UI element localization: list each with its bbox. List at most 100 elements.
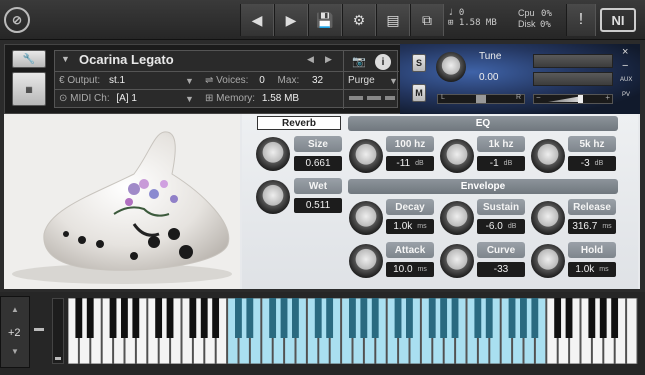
- black-key[interactable]: [531, 298, 539, 338]
- wet-value[interactable]: 0.511: [294, 198, 342, 213]
- warning-button[interactable]: !: [566, 4, 596, 36]
- prev-instrument-icon[interactable]: ◀: [307, 54, 314, 65]
- black-key[interactable]: [326, 298, 334, 338]
- instrument-name[interactable]: Ocarina Legato: [79, 52, 174, 67]
- black-key[interactable]: [406, 298, 413, 338]
- next-instrument-icon[interactable]: ▶: [325, 54, 332, 65]
- tune-knob[interactable]: [436, 52, 470, 86]
- sustain-knob[interactable]: [440, 201, 474, 235]
- pitch-wheel-minus[interactable]: [34, 328, 44, 331]
- black-key[interactable]: [394, 298, 402, 338]
- black-key[interactable]: [611, 298, 619, 338]
- kontakt-logo-icon[interactable]: ⊘: [4, 7, 30, 33]
- black-key[interactable]: [485, 298, 493, 338]
- instrument-thumbnail[interactable]: ▦: [12, 72, 46, 106]
- black-key[interactable]: [86, 298, 94, 338]
- eq-100hz-knob[interactable]: [349, 139, 383, 173]
- output-field[interactable]: € Output: st.1: [59, 75, 125, 86]
- purge-dropdown-icon[interactable]: ▼: [389, 76, 398, 86]
- black-key[interactable]: [588, 298, 596, 338]
- black-key[interactable]: [371, 298, 379, 338]
- black-key[interactable]: [349, 298, 356, 338]
- octave-up-button[interactable]: ▲: [11, 305, 19, 314]
- output-dropdown-icon[interactable]: ▼: [185, 76, 194, 86]
- mute-button[interactable]: M: [412, 84, 426, 102]
- black-key[interactable]: [554, 298, 562, 338]
- collapse-icon[interactable]: ▼: [61, 54, 70, 64]
- purge-button[interactable]: Purge: [348, 75, 375, 86]
- eq-5khz-value[interactable]: -3 dB: [568, 156, 616, 171]
- mod-wheel-handle[interactable]: [55, 357, 61, 360]
- eq-5khz-knob[interactable]: [531, 139, 565, 173]
- size-value[interactable]: 0.661: [294, 156, 342, 171]
- pv-button[interactable]: PV: [622, 92, 630, 98]
- black-key[interactable]: [189, 298, 197, 338]
- hold-knob[interactable]: [531, 244, 565, 278]
- decay-value[interactable]: 1.0k ms: [386, 219, 434, 234]
- piano-keyboard[interactable]: [67, 297, 638, 365]
- mod-wheel[interactable]: [52, 298, 64, 364]
- eq-1khz-value[interactable]: -1 dB: [477, 156, 525, 171]
- curve-value[interactable]: -33: [477, 262, 525, 277]
- sustain-value[interactable]: -6.0 dB: [477, 219, 525, 234]
- save-button[interactable]: 💾: [308, 4, 342, 36]
- black-key[interactable]: [121, 298, 128, 338]
- black-key[interactable]: [269, 298, 277, 338]
- black-key[interactable]: [474, 298, 482, 338]
- minimize-button[interactable]: −: [622, 60, 628, 72]
- max-value[interactable]: 32: [312, 75, 323, 86]
- aux-button[interactable]: AUX: [620, 77, 632, 83]
- release-value[interactable]: 316.7 ms: [568, 219, 616, 234]
- black-key[interactable]: [314, 298, 322, 338]
- settings-button[interactable]: ⚙: [342, 4, 376, 36]
- reverb-button[interactable]: Reverb: [257, 116, 341, 130]
- pan-slider[interactable]: L R: [437, 94, 525, 104]
- white-key[interactable]: [626, 297, 638, 365]
- layout-button[interactable]: ▤: [376, 4, 410, 36]
- attack-knob[interactable]: [349, 244, 383, 278]
- black-key[interactable]: [166, 298, 174, 338]
- black-key[interactable]: [360, 298, 368, 338]
- hold-value[interactable]: 1.0k ms: [568, 262, 616, 277]
- volume-handle[interactable]: [578, 95, 583, 103]
- decay-knob[interactable]: [349, 201, 383, 235]
- attack-value[interactable]: 10.0 ms: [386, 262, 434, 277]
- black-key[interactable]: [599, 298, 607, 338]
- curve-knob[interactable]: [440, 244, 474, 278]
- ni-logo[interactable]: NI: [600, 8, 636, 32]
- next-button[interactable]: ▶: [274, 4, 308, 36]
- black-key[interactable]: [280, 298, 288, 338]
- octave-down-button[interactable]: ▼: [11, 347, 19, 356]
- black-key[interactable]: [565, 298, 573, 338]
- black-key[interactable]: [155, 298, 163, 338]
- black-key[interactable]: [508, 298, 516, 338]
- wrench-button[interactable]: 🔧: [12, 50, 46, 68]
- piano-keys[interactable]: [67, 297, 638, 365]
- black-key[interactable]: [520, 298, 527, 338]
- black-key[interactable]: [109, 298, 117, 338]
- eq-1khz-knob[interactable]: [440, 139, 474, 173]
- black-key[interactable]: [235, 298, 242, 338]
- eq-100hz-value[interactable]: -11 dB: [386, 156, 434, 171]
- black-key[interactable]: [75, 298, 83, 338]
- black-key[interactable]: [428, 298, 436, 338]
- resize-button[interactable]: ⧉: [410, 4, 444, 36]
- pan-handle[interactable]: [476, 95, 486, 103]
- size-knob[interactable]: [256, 137, 290, 171]
- black-key[interactable]: [200, 298, 208, 338]
- black-key[interactable]: [212, 298, 220, 338]
- black-key[interactable]: [132, 298, 140, 338]
- midi-dropdown-icon[interactable]: ▼: [185, 94, 194, 104]
- volume-slider[interactable]: − +: [533, 93, 613, 104]
- info-button[interactable]: i: [375, 54, 391, 70]
- wet-knob[interactable]: [256, 180, 290, 214]
- prev-button[interactable]: ◀: [240, 4, 274, 36]
- release-knob[interactable]: [531, 201, 565, 235]
- camera-button[interactable]: 📷: [349, 54, 369, 68]
- black-key[interactable]: [246, 298, 254, 338]
- black-key[interactable]: [451, 298, 459, 338]
- black-key[interactable]: [440, 298, 448, 338]
- solo-button[interactable]: S: [412, 54, 426, 72]
- midi-channel-field[interactable]: ⊙ MIDI Ch: [A] 1: [59, 93, 137, 104]
- black-key[interactable]: [292, 298, 299, 338]
